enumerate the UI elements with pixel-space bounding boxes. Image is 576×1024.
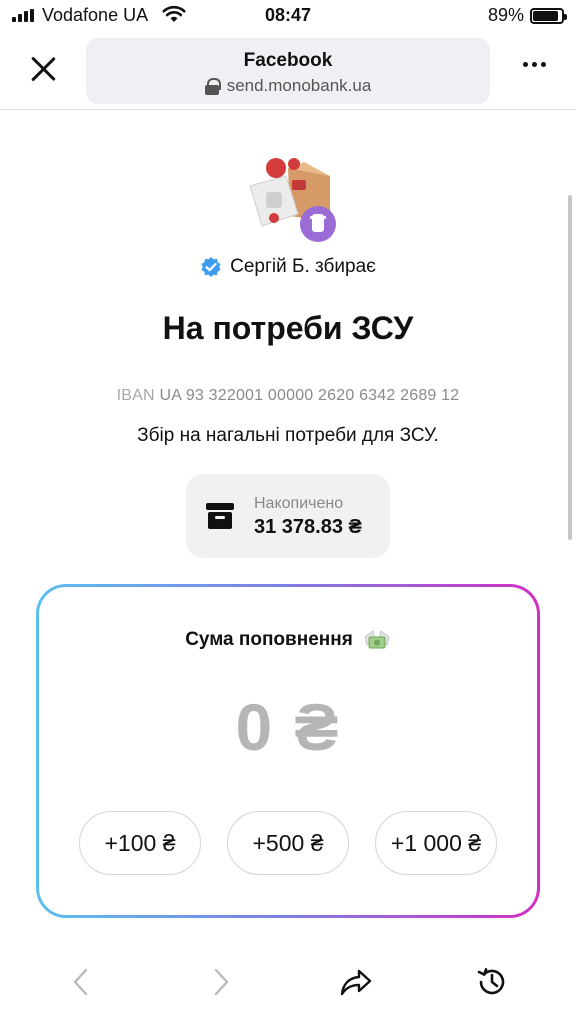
browser-toolbar (0, 952, 576, 1024)
collector-name: Сергій Б. збирає (230, 256, 376, 277)
archive-box-icon (206, 503, 234, 529)
amount-input[interactable]: 0 ₴ (39, 689, 537, 765)
amount-label-row: Сума поповнення (39, 629, 537, 651)
forward-arrow-icon[interactable] (202, 964, 238, 1000)
page-title: Facebook (243, 50, 333, 71)
amount-label: Сума поповнення (185, 629, 353, 650)
jar-illustration (249, 158, 336, 242)
battery-percent: 89% (487, 5, 524, 25)
iban[interactable]: IBAN UA 93 322001 00000 2620 6342 2689 1… (0, 387, 576, 405)
battery-icon (530, 8, 567, 24)
address-bar[interactable]: Facebook send.monobank.ua (86, 38, 490, 104)
more-icon[interactable] (523, 62, 546, 67)
preset-100-button[interactable]: +100 ₴ (79, 811, 201, 875)
collector-line: Сергій Б. збирає (0, 256, 576, 278)
status-bar: Vodafone UA 08:47 89% (0, 0, 576, 32)
browser-header: Facebook send.monobank.ua (0, 32, 576, 110)
preset-1000-button[interactable]: +1 000 ₴ (375, 811, 497, 875)
accumulated-card: Накопичено 31 378.83 ₴ (186, 474, 390, 558)
scrollbar[interactable] (568, 195, 572, 540)
preset-500-button[interactable]: +500 ₴ (227, 811, 349, 875)
page-heading: На потреби ЗСУ (162, 310, 414, 346)
amount-card: Сума поповнення 0 ₴ +100 ₴ +500 ₴ +1 000… (36, 584, 540, 918)
back-arrow-icon[interactable] (64, 964, 100, 1000)
lock-icon (204, 78, 221, 95)
accumulated-label: Накопичено (254, 495, 344, 512)
money-wings-icon (364, 630, 390, 649)
verified-badge-icon (201, 257, 221, 277)
close-icon[interactable] (28, 54, 58, 84)
iban-number: UA 93 322001 00000 2620 6342 2689 12 (159, 387, 460, 404)
preset-buttons: +100 ₴ +500 ₴ +1 000 ₴ (39, 811, 537, 875)
jar-description: Збір на нагальні потреби для ЗСУ. (137, 425, 439, 446)
url-text: send.monobank.ua (226, 76, 372, 95)
accumulated-value: 31 378.83 ₴ (254, 516, 362, 538)
share-icon[interactable] (338, 964, 374, 1000)
iban-label: IBAN (116, 387, 155, 404)
history-icon[interactable] (474, 964, 510, 1000)
